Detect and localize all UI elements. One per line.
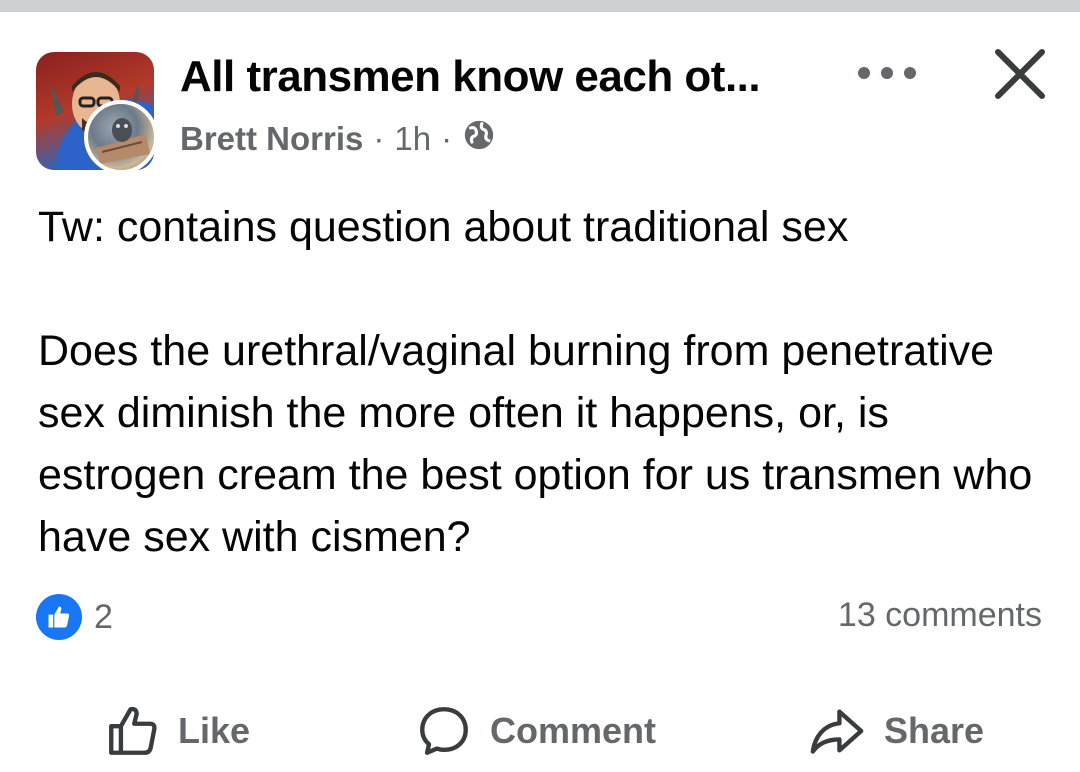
post-body-line: Tw: contains question about traditional … xyxy=(38,203,849,251)
reactions-summary[interactable]: 2 xyxy=(36,594,113,640)
user-avatar[interactable] xyxy=(84,100,158,174)
share-button[interactable]: Share xyxy=(806,696,984,766)
like-reaction-icon xyxy=(36,594,82,640)
post-meta: Brett Norris · 1h · xyxy=(180,118,496,160)
comment-button[interactable]: Comment xyxy=(414,696,656,766)
post-time[interactable]: 1h xyxy=(394,120,431,158)
group-title[interactable]: All transmen know each ot... xyxy=(180,52,761,102)
comment-bubble-icon xyxy=(420,707,468,755)
meta-separator: · xyxy=(373,120,385,157)
close-icon[interactable] xyxy=(990,44,1050,104)
comments-count[interactable]: 13 comments xyxy=(838,596,1042,635)
user-avatar-image xyxy=(96,118,150,164)
more-options-icon[interactable] xyxy=(852,58,922,88)
share-arrow-icon xyxy=(810,709,864,754)
avatar-group[interactable] xyxy=(36,52,160,174)
comment-label: Comment xyxy=(490,710,657,751)
thumbs-up-icon xyxy=(109,706,157,755)
top-divider xyxy=(0,0,1080,12)
author-name[interactable]: Brett Norris xyxy=(180,120,363,158)
post-body-paragraph: Does the urethral/vaginal burning from p… xyxy=(38,327,1033,561)
meta-separator: · xyxy=(441,120,453,157)
like-label: Like xyxy=(178,710,251,751)
globe-icon xyxy=(462,118,496,160)
like-button[interactable]: Like xyxy=(104,696,250,766)
reaction-count: 2 xyxy=(94,597,113,636)
post-body: Tw: contains question about traditional … xyxy=(38,196,1048,568)
share-label: Share xyxy=(884,710,985,751)
